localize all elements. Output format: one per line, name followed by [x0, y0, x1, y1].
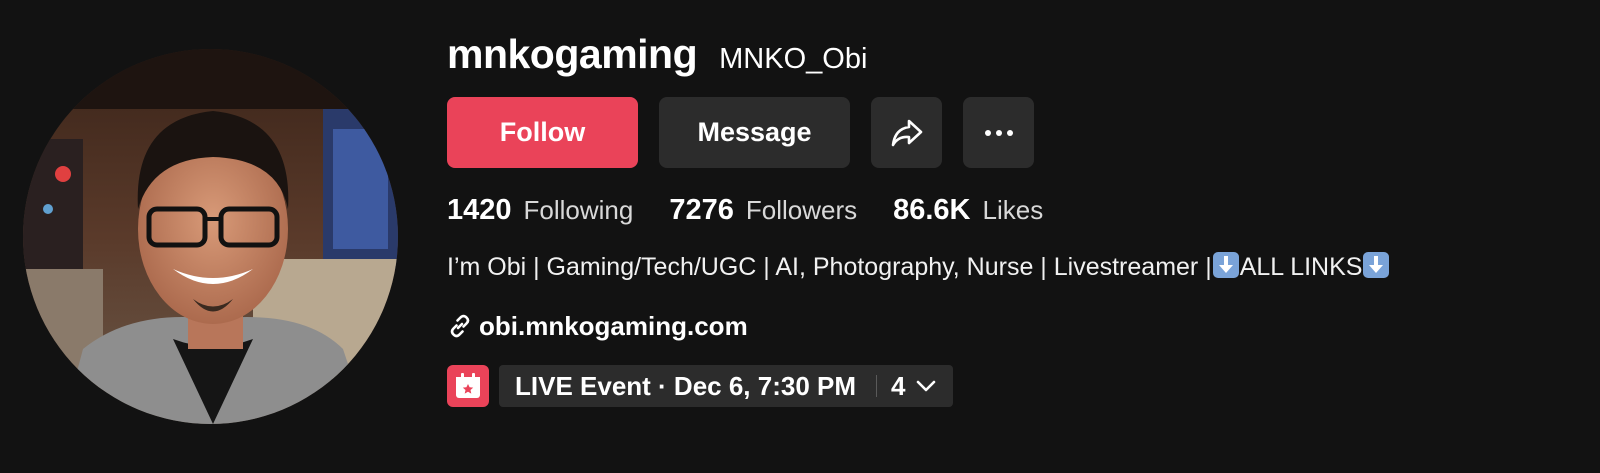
- event-divider: [876, 375, 878, 397]
- live-event-pill[interactable]: LIVE Event · Dec 6, 7:30 PM 4: [499, 365, 954, 407]
- down-arrow-emoji-icon: [1363, 252, 1390, 278]
- link-text[interactable]: obi.mnkogaming.com: [479, 311, 748, 342]
- avatar[interactable]: [23, 49, 398, 424]
- action-buttons: Follow Message: [447, 97, 1567, 168]
- more-icon: [984, 129, 1013, 136]
- username: mnkogaming: [447, 31, 698, 77]
- likes-label: Likes: [982, 195, 1044, 225]
- share-icon: [891, 119, 922, 146]
- calendar-star-icon: [456, 373, 480, 398]
- profile-page: mnkogaming MNKO_Obi Follow Message 1420 …: [0, 0, 1600, 473]
- share-button[interactable]: [871, 97, 942, 168]
- following-label: Following: [523, 195, 634, 225]
- live-event-row: LIVE Event · Dec 6, 7:30 PM 4: [447, 365, 1567, 407]
- nickname: MNKO_Obi: [719, 43, 868, 75]
- chevron-down-icon: [915, 379, 937, 393]
- profile-link[interactable]: obi.mnkogaming.com: [447, 309, 1567, 343]
- more-button[interactable]: [963, 97, 1034, 168]
- live-event-text: LIVE Event · Dec 6, 7:30 PM: [515, 370, 857, 401]
- followers-label: Followers: [745, 195, 858, 225]
- following-count: 1420: [447, 194, 512, 226]
- link-icon: [450, 314, 470, 338]
- follow-button[interactable]: Follow: [447, 97, 638, 168]
- event-count: 4: [891, 370, 906, 401]
- bio-text-part2: ALL LINKS: [1239, 253, 1363, 281]
- bio: I’m Obi | Gaming/Tech/UGC | AI, Photogra…: [447, 251, 1427, 284]
- stat-likes: 86.6K Likes: [893, 194, 1043, 227]
- name-row: mnkogaming MNKO_Obi: [447, 28, 1567, 80]
- avatar-photo: [23, 49, 398, 424]
- stats-row: 1420 Following 7276 Followers 86.6K Like…: [447, 194, 1567, 228]
- followers-count: 7276: [669, 194, 734, 226]
- likes-count: 86.6K: [893, 194, 971, 226]
- stat-followers[interactable]: 7276 Followers: [669, 194, 857, 227]
- bio-text-part1: I’m Obi | Gaming/Tech/UGC | AI, Photogra…: [447, 253, 1212, 281]
- profile-info: mnkogaming MNKO_Obi Follow Message 1420 …: [447, 28, 1567, 407]
- stat-following[interactable]: 1420 Following: [447, 194, 633, 227]
- live-event-badge[interactable]: [447, 365, 489, 407]
- down-arrow-emoji-icon: [1212, 252, 1239, 278]
- message-button[interactable]: Message: [659, 97, 850, 168]
